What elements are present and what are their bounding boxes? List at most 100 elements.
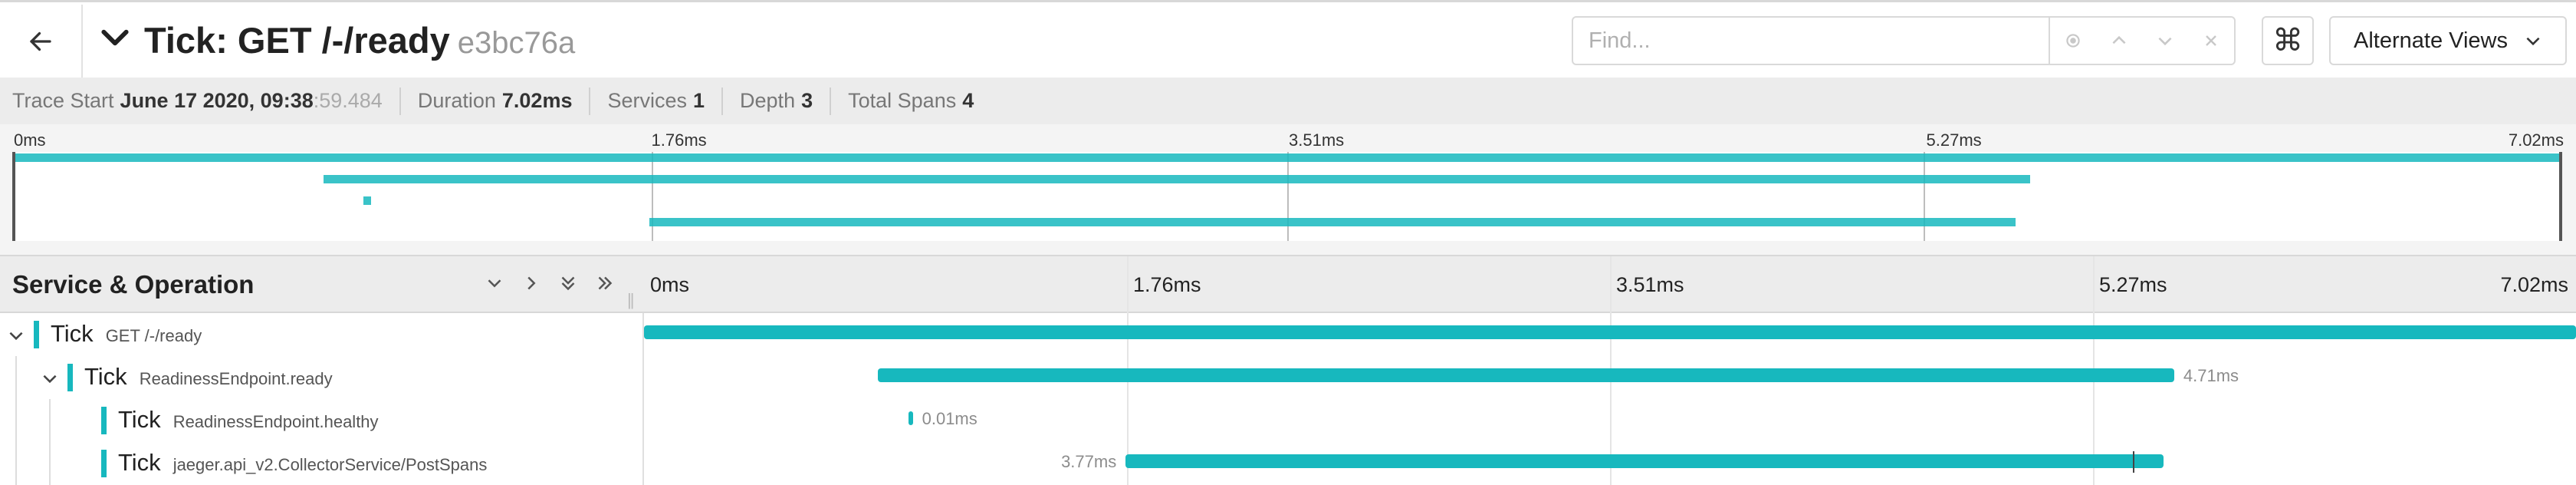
service-color-bar [34,321,39,348]
arrow-left-icon [30,31,51,51]
close-icon[interactable] [2188,18,2234,64]
span-bar[interactable] [908,411,913,425]
span-service-operation: Tick ReadinessEndpoint.ready [84,363,333,391]
minimap-gridline [651,152,653,241]
tree-controls [483,272,616,295]
span-name-cell[interactable]: Tick GET /-/ready [0,313,644,356]
collapse-one-icon[interactable] [520,272,543,295]
service-name: Tick [118,449,161,476]
trace-minimap[interactable]: 0ms 1.76ms 3.51ms 5.27ms 7.02ms [0,124,2576,255]
timeline-gridline [1610,399,1612,442]
duration-label: Duration [417,89,496,112]
services-label: Services [607,89,687,112]
minimap-canvas[interactable] [12,152,2562,241]
indent-guide [15,356,17,399]
total-spans-label: Total Spans [848,89,957,112]
timeline-header-gridline [2093,256,2095,313]
alternate-views-dropdown[interactable]: Alternate Views [2329,16,2567,65]
span-row[interactable]: Tick ReadinessEndpoint.healthy 0.01ms [0,399,2576,442]
timeline-tick-label: 7.02ms [2500,273,2568,296]
chevron-down-icon[interactable] [6,325,26,345]
trace-start-value: June 17 2020, 09:38:59.484 [120,89,383,112]
service-color-bar [101,407,107,434]
minimap-tick-label: 3.51ms [1289,130,1345,150]
span-timeline-cell[interactable]: 4.71ms [644,356,2576,399]
chevron-down-small-icon[interactable] [2142,18,2188,64]
span-bar[interactable] [1125,454,2164,468]
operation-name: ReadinessEndpoint.ready [139,369,333,388]
timeline-tick-label: 1.76ms [1133,273,1201,296]
timeline-tick-label: 0ms [650,273,690,296]
trace-title-text: Tick: GET /-/ready [144,20,450,61]
span-timeline-cell[interactable] [644,313,2576,356]
minimap-gridline [1287,152,1289,241]
span-bar[interactable] [878,368,2174,382]
depth-value: 3 [801,89,813,112]
service-name: Tick [84,363,127,390]
trace-start-label: Trace Start [12,89,114,112]
trace-id: e3bc76a [457,26,576,60]
span-duration-label: 0.01ms [922,409,978,428]
trace-depth: Depth 3 [740,87,832,115]
chevron-down-icon [2526,37,2540,46]
span-name-cell[interactable]: Tick ReadinessEndpoint.healthy [0,399,644,442]
trace-duration: Duration 7.02ms [418,87,591,115]
service-name: Tick [51,320,94,347]
trace-total-spans: Total Spans 4 [848,87,991,115]
keyboard-shortcuts-button[interactable]: ⌘ [2262,16,2314,65]
service-operation-title: Service & Operation [12,270,255,299]
operation-name: GET /-/ready [105,326,202,345]
span-row[interactable]: Tick ReadinessEndpoint.ready 4.71ms [0,356,2576,399]
span-service-operation: Tick GET /-/ready [51,320,202,348]
find-box [1572,16,2236,65]
trace-header: Tick: GET /-/readye3bc76a ⌘ Alternate Vi… [0,0,2576,78]
alternate-views-label: Alternate Views [2354,28,2508,53]
span-service-operation: Tick ReadinessEndpoint.healthy [118,406,379,434]
timeline-gridline [2093,399,2095,442]
timeline-header-gridline [1127,256,1129,313]
collapse-all-icon[interactable] [593,272,616,295]
chevron-up-icon[interactable] [2096,18,2142,64]
span-row[interactable]: Tick jaeger.api_v2.CollectorService/PostS… [0,442,2576,485]
services-value: 1 [693,89,705,112]
locate-icon[interactable] [2050,18,2096,64]
indent-guide [15,442,17,485]
timeline-tick-label: 5.27ms [2099,273,2167,296]
command-icon: ⌘ [2272,24,2303,58]
operation-name: jaeger.api_v2.CollectorService/PostSpans [172,455,488,474]
expand-all-icon[interactable] [557,272,580,295]
span-name-cell[interactable]: Tick ReadinessEndpoint.ready [0,356,644,399]
trace-start: Trace Start June 17 2020, 09:38:59.484 [12,87,401,115]
trace-start-ms: :59.484 [313,89,383,112]
span-bar[interactable] [644,325,2576,339]
chevron-down-icon[interactable] [40,368,60,388]
trace-title: Tick: GET /-/ready e3bc76a [144,18,575,66]
span-service-operation: Tick jaeger.api_v2.CollectorService/PostS… [118,449,487,477]
expand-one-icon[interactable] [483,272,506,295]
trace-meta-bar: Trace Start June 17 2020, 09:38:59.484 D… [0,78,2576,124]
timeline-header: Service & Operation || 0ms 1.76ms 3.51ms 5.… [0,255,2576,313]
span-duration-label: 4.71ms [2183,366,2239,385]
duration-value: 7.02ms [501,89,573,112]
span-rows: Tick GET /-/ready Tick ReadinessEndpoint.re… [0,313,2576,485]
total-spans-value: 4 [962,89,974,112]
span-row[interactable]: Tick GET /-/ready [0,313,2576,356]
find-input[interactable] [1573,18,2050,64]
minimap-gridline [1923,152,1925,241]
timeline-gridline [1127,399,1129,442]
span-timeline-cell[interactable]: 0.01ms [644,399,2576,442]
minimap-span-bar [323,175,2030,183]
operation-name: ReadinessEndpoint.healthy [172,412,379,431]
span-name-cell[interactable]: Tick jaeger.api_v2.CollectorService/PostS… [0,442,644,485]
timeline-tick-label: 3.51ms [1616,273,1684,296]
chevron-down-icon[interactable] [98,21,132,54]
minimap-scrubber[interactable] [12,241,2562,255]
minimap-tick-label: 0ms [14,130,46,150]
minimap-span-bar [15,153,2559,162]
minimap-span-bar [649,218,2016,226]
minimap-tick-label: 7.02ms [2508,130,2564,150]
span-log-marker [2132,451,2134,473]
back-button[interactable] [0,5,83,78]
column-resize-handle[interactable]: || [627,290,635,310]
span-timeline-cell[interactable]: 3.77ms [644,442,2576,485]
